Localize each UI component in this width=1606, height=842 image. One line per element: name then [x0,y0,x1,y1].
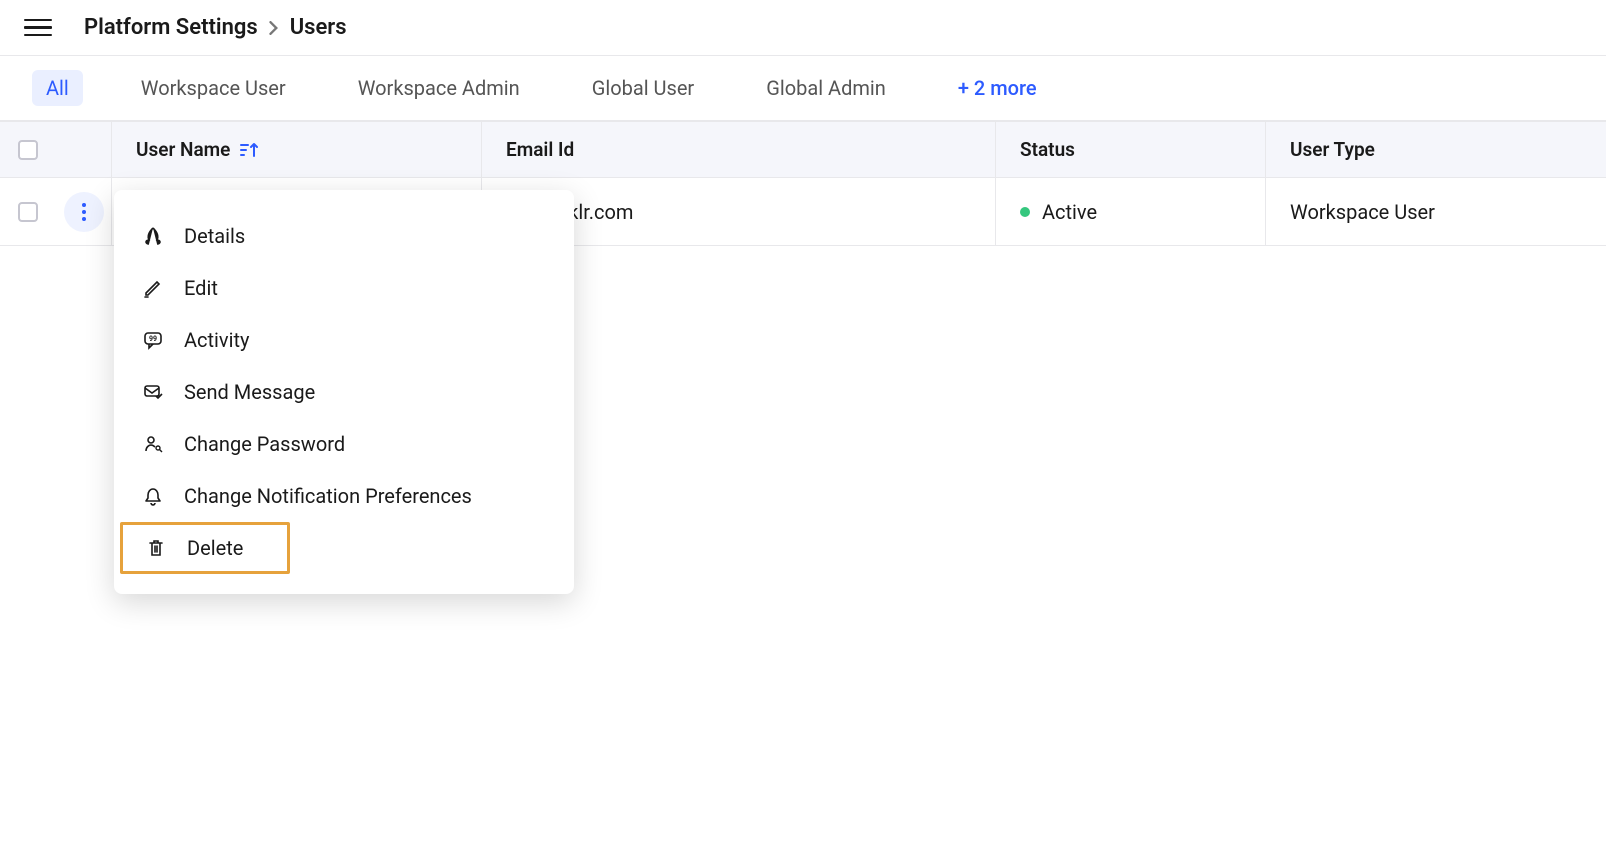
column-header-name[interactable]: User Name [136,138,230,161]
menu-item-edit[interactable]: Edit [114,262,574,314]
filter-tabs: All Workspace User Workspace Admin Globa… [0,56,1606,122]
menu-item-label: Change Notification Preferences [184,484,472,508]
menu-item-change-notification-preferences[interactable]: Change Notification Preferences [114,470,574,522]
row-context-menu: Details Edit 99 Activity Send Message Ch… [114,190,574,594]
row-status: Active [1042,200,1097,224]
menu-item-activity[interactable]: 99 Activity [114,314,574,366]
chevron-right-icon [268,21,280,35]
menu-item-send-message[interactable]: Send Message [114,366,574,418]
menu-item-details[interactable]: Details [114,210,574,262]
user-key-icon [142,433,164,455]
row-checkbox[interactable] [18,202,38,222]
envelope-check-icon [142,381,164,403]
select-all-checkbox[interactable] [18,140,38,160]
tab-workspace-admin[interactable]: Workspace Admin [344,70,534,106]
column-header-status[interactable]: Status [1020,138,1075,161]
hamburger-menu-icon[interactable] [24,14,52,42]
tab-more[interactable]: + 2 more [944,70,1051,106]
menu-item-label: Change Password [184,432,345,456]
menu-item-label: Delete [187,536,243,560]
menu-item-label: Details [184,224,245,248]
menu-item-label: Send Message [184,380,315,404]
column-header-type[interactable]: User Type [1290,138,1375,161]
pencil-icon [142,277,164,299]
tab-global-admin[interactable]: Global Admin [752,70,900,106]
tab-all[interactable]: All [32,70,83,106]
menu-item-label: Activity [184,328,249,352]
menu-item-delete[interactable]: Delete [120,522,290,574]
row-actions-button[interactable] [64,192,104,232]
trash-icon [145,537,167,559]
breadcrumb-parent[interactable]: Platform Settings [84,15,258,40]
breadcrumb-current: Users [290,15,347,40]
sort-ascending-icon[interactable] [240,142,258,158]
menu-item-change-password[interactable]: Change Password [114,418,574,470]
svg-text:99: 99 [149,335,157,343]
tab-workspace-user[interactable]: Workspace User [127,70,300,106]
table-header: User Name Email Id Status User Type [0,122,1606,178]
speech-bubble-icon: 99 [142,329,164,351]
row-type: Workspace User [1290,200,1435,224]
tab-global-user[interactable]: Global User [578,70,709,106]
column-header-email[interactable]: Email Id [506,138,574,161]
bell-icon [142,485,164,507]
breadcrumb: Platform Settings Users [84,15,347,40]
leaf-icon [142,225,164,247]
status-active-icon [1020,207,1030,217]
menu-item-label: Edit [184,276,218,300]
